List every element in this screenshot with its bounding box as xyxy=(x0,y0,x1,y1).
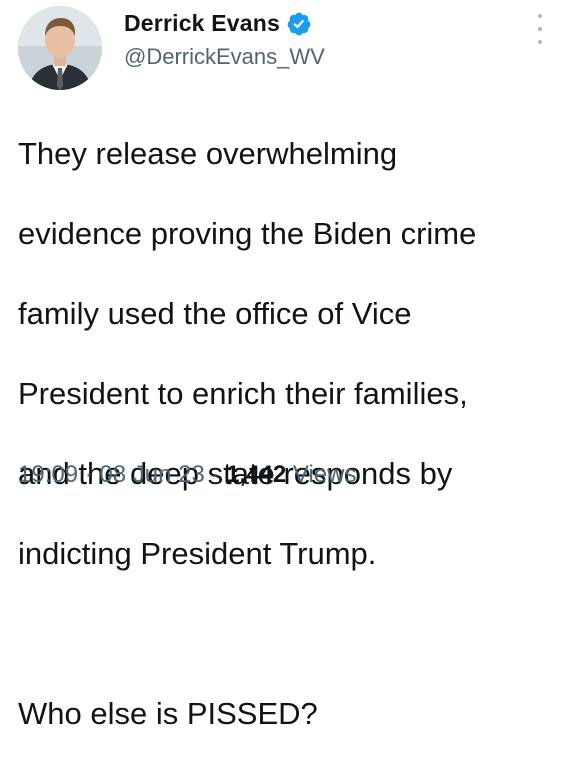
tweet-text-line: family used the office of Vice xyxy=(18,296,412,331)
avatar[interactable] xyxy=(18,6,102,90)
verified-badge-icon xyxy=(286,11,312,37)
more-dot xyxy=(538,27,542,31)
author-handle[interactable]: @DerrickEvans_WV xyxy=(124,44,325,70)
tweet-meta: 19:09 · 08 Jun 23 · 1,442 Views xyxy=(18,461,357,489)
tweet-text-line: evidence proving the Biden crime xyxy=(18,216,477,251)
views-count[interactable]: 1,442 xyxy=(226,461,286,488)
paragraph-break xyxy=(18,614,558,654)
tweet-text-line: indicting President Trump. xyxy=(18,536,377,571)
display-name[interactable]: Derrick Evans xyxy=(124,10,280,37)
tweet-time[interactable]: 19:09 xyxy=(18,461,78,488)
tweet-card: Derrick Evans @DerrickEvans_WV They rele… xyxy=(0,0,568,731)
views-label: Views xyxy=(292,461,357,488)
more-vertical-icon[interactable] xyxy=(532,14,548,44)
tweet-text: They release overwhelming evidence provi… xyxy=(18,94,558,774)
tweet-text-line: President to enrich their families, xyxy=(18,376,468,411)
avatar-image xyxy=(18,6,102,90)
author-name-row: Derrick Evans xyxy=(124,10,312,37)
meta-separator: · xyxy=(84,461,93,488)
tweet-text-line: They release overwhelming xyxy=(18,136,398,171)
meta-separator: · xyxy=(211,461,220,488)
more-dot xyxy=(538,14,542,18)
tweet-text-closing: Who else is PISSED? xyxy=(18,696,318,731)
more-dot xyxy=(538,40,542,44)
tweet-date[interactable]: 08 Jun 23 xyxy=(99,461,204,488)
